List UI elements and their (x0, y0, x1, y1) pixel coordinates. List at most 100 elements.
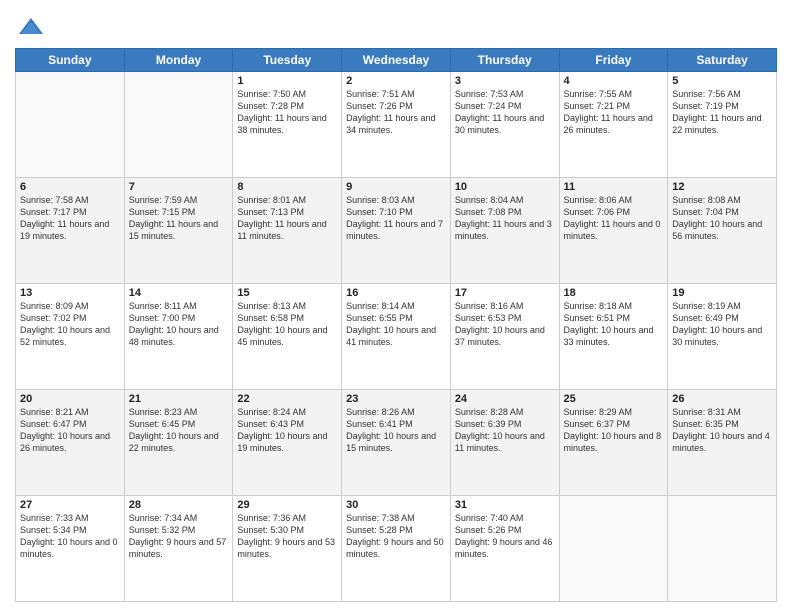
day-number: 23 (346, 393, 446, 405)
day-info: Sunrise: 7:53 AMSunset: 7:24 PMDaylight:… (455, 88, 555, 137)
calendar-cell: 4Sunrise: 7:55 AMSunset: 7:21 PMDaylight… (559, 72, 668, 178)
day-number: 16 (346, 287, 446, 299)
calendar-header-row: SundayMondayTuesdayWednesdayThursdayFrid… (16, 49, 777, 72)
calendar-cell: 29Sunrise: 7:36 AMSunset: 5:30 PMDayligh… (233, 496, 342, 602)
day-info: Sunrise: 7:56 AMSunset: 7:19 PMDaylight:… (672, 88, 772, 137)
page: SundayMondayTuesdayWednesdayThursdayFrid… (0, 0, 792, 612)
calendar-cell: 15Sunrise: 8:13 AMSunset: 6:58 PMDayligh… (233, 284, 342, 390)
day-info: Sunrise: 8:16 AMSunset: 6:53 PMDaylight:… (455, 300, 555, 349)
day-number: 2 (346, 75, 446, 87)
day-number: 5 (672, 75, 772, 87)
weekday-header: Tuesday (233, 49, 342, 72)
day-number: 26 (672, 393, 772, 405)
day-info: Sunrise: 8:09 AMSunset: 7:02 PMDaylight:… (20, 300, 120, 349)
calendar-cell (668, 496, 777, 602)
day-number: 4 (564, 75, 664, 87)
day-info: Sunrise: 7:33 AMSunset: 5:34 PMDaylight:… (20, 512, 120, 561)
day-info: Sunrise: 8:18 AMSunset: 6:51 PMDaylight:… (564, 300, 664, 349)
calendar-week-row: 1Sunrise: 7:50 AMSunset: 7:28 PMDaylight… (16, 72, 777, 178)
calendar-cell: 6Sunrise: 7:58 AMSunset: 7:17 PMDaylight… (16, 178, 125, 284)
day-info: Sunrise: 8:26 AMSunset: 6:41 PMDaylight:… (346, 406, 446, 455)
calendar-cell: 23Sunrise: 8:26 AMSunset: 6:41 PMDayligh… (342, 390, 451, 496)
calendar-cell: 11Sunrise: 8:06 AMSunset: 7:06 PMDayligh… (559, 178, 668, 284)
day-info: Sunrise: 8:23 AMSunset: 6:45 PMDaylight:… (129, 406, 229, 455)
calendar-cell: 25Sunrise: 8:29 AMSunset: 6:37 PMDayligh… (559, 390, 668, 496)
day-number: 8 (237, 181, 337, 193)
day-info: Sunrise: 8:29 AMSunset: 6:37 PMDaylight:… (564, 406, 664, 455)
day-info: Sunrise: 8:11 AMSunset: 7:00 PMDaylight:… (129, 300, 229, 349)
calendar-week-row: 6Sunrise: 7:58 AMSunset: 7:17 PMDaylight… (16, 178, 777, 284)
calendar-cell (16, 72, 125, 178)
day-info: Sunrise: 7:36 AMSunset: 5:30 PMDaylight:… (237, 512, 337, 561)
day-info: Sunrise: 8:14 AMSunset: 6:55 PMDaylight:… (346, 300, 446, 349)
day-number: 9 (346, 181, 446, 193)
day-number: 27 (20, 499, 120, 511)
calendar-week-row: 20Sunrise: 8:21 AMSunset: 6:47 PMDayligh… (16, 390, 777, 496)
day-info: Sunrise: 8:04 AMSunset: 7:08 PMDaylight:… (455, 194, 555, 243)
day-number: 30 (346, 499, 446, 511)
calendar-cell: 12Sunrise: 8:08 AMSunset: 7:04 PMDayligh… (668, 178, 777, 284)
calendar-cell: 14Sunrise: 8:11 AMSunset: 7:00 PMDayligh… (124, 284, 233, 390)
day-info: Sunrise: 8:31 AMSunset: 6:35 PMDaylight:… (672, 406, 772, 455)
calendar-cell: 13Sunrise: 8:09 AMSunset: 7:02 PMDayligh… (16, 284, 125, 390)
day-info: Sunrise: 7:38 AMSunset: 5:28 PMDaylight:… (346, 512, 446, 561)
day-number: 12 (672, 181, 772, 193)
logo-icon (17, 14, 45, 42)
day-info: Sunrise: 8:19 AMSunset: 6:49 PMDaylight:… (672, 300, 772, 349)
calendar-week-row: 27Sunrise: 7:33 AMSunset: 5:34 PMDayligh… (16, 496, 777, 602)
calendar-cell: 1Sunrise: 7:50 AMSunset: 7:28 PMDaylight… (233, 72, 342, 178)
calendar-week-row: 13Sunrise: 8:09 AMSunset: 7:02 PMDayligh… (16, 284, 777, 390)
weekday-header: Friday (559, 49, 668, 72)
day-number: 6 (20, 181, 120, 193)
day-number: 14 (129, 287, 229, 299)
calendar-cell (124, 72, 233, 178)
day-number: 7 (129, 181, 229, 193)
day-number: 15 (237, 287, 337, 299)
calendar-cell (559, 496, 668, 602)
day-number: 3 (455, 75, 555, 87)
logo (15, 14, 45, 42)
day-info: Sunrise: 8:08 AMSunset: 7:04 PMDaylight:… (672, 194, 772, 243)
day-number: 25 (564, 393, 664, 405)
day-number: 11 (564, 181, 664, 193)
day-number: 29 (237, 499, 337, 511)
calendar-cell: 31Sunrise: 7:40 AMSunset: 5:26 PMDayligh… (450, 496, 559, 602)
calendar-cell: 20Sunrise: 8:21 AMSunset: 6:47 PMDayligh… (16, 390, 125, 496)
weekday-header: Monday (124, 49, 233, 72)
calendar-cell: 30Sunrise: 7:38 AMSunset: 5:28 PMDayligh… (342, 496, 451, 602)
calendar-table: SundayMondayTuesdayWednesdayThursdayFrid… (15, 48, 777, 602)
day-number: 31 (455, 499, 555, 511)
day-info: Sunrise: 8:28 AMSunset: 6:39 PMDaylight:… (455, 406, 555, 455)
day-info: Sunrise: 7:50 AMSunset: 7:28 PMDaylight:… (237, 88, 337, 137)
day-info: Sunrise: 8:01 AMSunset: 7:13 PMDaylight:… (237, 194, 337, 243)
calendar-cell: 10Sunrise: 8:04 AMSunset: 7:08 PMDayligh… (450, 178, 559, 284)
day-number: 17 (455, 287, 555, 299)
calendar-cell: 3Sunrise: 7:53 AMSunset: 7:24 PMDaylight… (450, 72, 559, 178)
day-info: Sunrise: 8:03 AMSunset: 7:10 PMDaylight:… (346, 194, 446, 243)
day-info: Sunrise: 7:51 AMSunset: 7:26 PMDaylight:… (346, 88, 446, 137)
day-info: Sunrise: 7:34 AMSunset: 5:32 PMDaylight:… (129, 512, 229, 561)
day-number: 28 (129, 499, 229, 511)
day-info: Sunrise: 7:40 AMSunset: 5:26 PMDaylight:… (455, 512, 555, 561)
day-number: 19 (672, 287, 772, 299)
day-info: Sunrise: 8:06 AMSunset: 7:06 PMDaylight:… (564, 194, 664, 243)
day-number: 22 (237, 393, 337, 405)
weekday-header: Sunday (16, 49, 125, 72)
day-info: Sunrise: 8:21 AMSunset: 6:47 PMDaylight:… (20, 406, 120, 455)
calendar-cell: 28Sunrise: 7:34 AMSunset: 5:32 PMDayligh… (124, 496, 233, 602)
day-number: 18 (564, 287, 664, 299)
day-info: Sunrise: 8:24 AMSunset: 6:43 PMDaylight:… (237, 406, 337, 455)
weekday-header: Wednesday (342, 49, 451, 72)
calendar-cell: 19Sunrise: 8:19 AMSunset: 6:49 PMDayligh… (668, 284, 777, 390)
calendar-cell: 9Sunrise: 8:03 AMSunset: 7:10 PMDaylight… (342, 178, 451, 284)
calendar-cell: 17Sunrise: 8:16 AMSunset: 6:53 PMDayligh… (450, 284, 559, 390)
day-number: 24 (455, 393, 555, 405)
calendar-cell: 27Sunrise: 7:33 AMSunset: 5:34 PMDayligh… (16, 496, 125, 602)
day-info: Sunrise: 8:13 AMSunset: 6:58 PMDaylight:… (237, 300, 337, 349)
day-number: 13 (20, 287, 120, 299)
calendar-cell: 7Sunrise: 7:59 AMSunset: 7:15 PMDaylight… (124, 178, 233, 284)
day-number: 20 (20, 393, 120, 405)
header (15, 10, 777, 42)
day-number: 10 (455, 181, 555, 193)
weekday-header: Saturday (668, 49, 777, 72)
